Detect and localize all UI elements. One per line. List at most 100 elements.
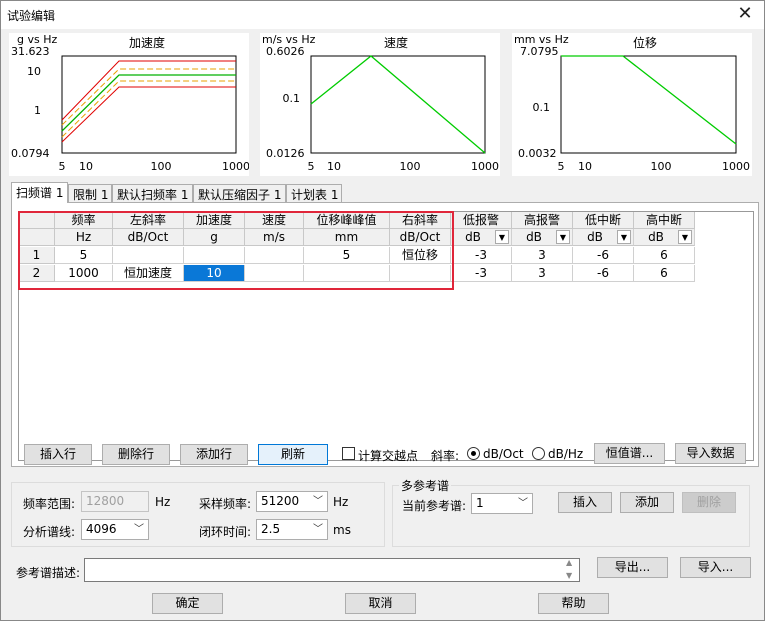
scroll-down-icon[interactable]: ▼ xyxy=(566,571,572,580)
cell-freq[interactable]: 5 xyxy=(55,247,113,264)
dropdown-arrow-icon[interactable]: ▼ xyxy=(678,230,692,244)
dropdown-arrow-icon[interactable]: ▼ xyxy=(495,230,509,244)
dialog-window: 试验编辑 ✕ g vs Hz 加速度 31.623 10 1 0.0794 5 … xyxy=(0,0,765,621)
spectrum-table: 频率 左斜率 加速度 速度 位移峰峰值 右斜率 低报警 高报警 低中断 高中断 … xyxy=(18,211,754,461)
cell-low-alarm[interactable]: -3 xyxy=(451,265,512,282)
cell-velocity[interactable] xyxy=(245,265,304,282)
chart-displacement: mm vs Hz 位移 7.0795 0.1 0.0032 5 10 100 1… xyxy=(512,33,752,176)
current-ref-label: 当前参考谱: xyxy=(402,499,467,513)
analysis-lines-label: 分析谱线: xyxy=(23,525,76,539)
cell-high-abort[interactable]: 6 xyxy=(634,247,695,264)
calc-crossover-label[interactable]: 计算交越点 xyxy=(358,447,418,464)
cancel-button[interactable]: 取消 xyxy=(345,593,416,614)
import-data-button[interactable]: 导入数据 xyxy=(675,443,746,464)
sample-rate-label: 采样频率: xyxy=(199,497,252,511)
cell-accel[interactable] xyxy=(184,247,245,264)
col-header-velocity: 速度 xyxy=(245,212,304,229)
loop-time-label: 闭环时间: xyxy=(199,525,252,539)
tab-panel: 频率 左斜率 加速度 速度 位移峰峰值 右斜率 低报警 高报警 低中断 高中断 … xyxy=(11,202,759,467)
x-tick: 10 xyxy=(327,160,341,173)
ref-delete-button[interactable]: 删除 xyxy=(682,492,736,513)
chart-title: 位移 xyxy=(633,35,657,50)
col-header-high-alarm: 高报警 xyxy=(512,212,573,229)
unit-dropdown-low-abort[interactable]: dB ▼ xyxy=(573,229,634,246)
cell-right-slope[interactable] xyxy=(390,265,451,282)
y-tick: 1 xyxy=(34,104,41,117)
ref-add-button[interactable]: 添加 xyxy=(620,492,674,513)
tab-default-sweep-rate[interactable]: 默认扫频率 1 xyxy=(112,184,193,202)
tab-default-compression[interactable]: 默认压缩因子 1 xyxy=(193,184,286,202)
col-header-right-slope: 右斜率 xyxy=(390,212,451,229)
cell-low-alarm[interactable]: -3 xyxy=(451,247,512,264)
dropdown-arrow-icon[interactable]: ▼ xyxy=(617,230,631,244)
x-tick: 5 xyxy=(308,160,315,173)
unit-dropdown-high-abort[interactable]: dB ▼ xyxy=(634,229,695,246)
cell-left-slope[interactable] xyxy=(113,247,184,264)
col-header-left-slope: 左斜率 xyxy=(113,212,184,229)
select-value: 2.5 xyxy=(261,522,281,536)
cell-accel-selected[interactable]: 10 xyxy=(184,265,245,282)
x-tick: 10 xyxy=(578,160,592,173)
slope-dboct-label[interactable]: dB/Oct xyxy=(483,447,524,461)
multi-ref-title: 多参考谱 xyxy=(399,477,452,494)
tab-sweep-spectrum[interactable]: 扫频谱 1 xyxy=(11,182,68,203)
x-tick: 5 xyxy=(558,160,565,173)
slope-dboct-radio[interactable] xyxy=(467,447,480,460)
analysis-lines-select[interactable]: 4096 ﹀ xyxy=(81,519,149,540)
cell-disp[interactable] xyxy=(304,265,390,282)
const-spectrum-button[interactable]: 恒值谱... xyxy=(594,443,665,464)
cell-freq[interactable]: 1000 xyxy=(55,265,113,282)
corner-header xyxy=(19,212,55,229)
col-header-high-abort: 高中断 xyxy=(634,212,695,229)
y-tick-top: 0.6026 xyxy=(266,45,305,58)
close-icon[interactable]: ✕ xyxy=(734,3,756,25)
cell-high-alarm[interactable]: 3 xyxy=(512,265,573,282)
tab-schedule[interactable]: 计划表 1 xyxy=(286,184,342,202)
row-number[interactable]: 2 xyxy=(19,265,55,282)
calc-crossover-checkbox[interactable] xyxy=(342,447,355,460)
row-number[interactable]: 1 xyxy=(19,247,55,264)
unit-right-slope: dB/Oct xyxy=(390,229,451,246)
slope-label: 斜率: xyxy=(431,449,460,463)
title-bar: 试验编辑 ✕ xyxy=(1,1,764,29)
x-tick: 100 xyxy=(151,160,172,173)
cell-high-alarm[interactable]: 3 xyxy=(512,247,573,264)
chart-title: 加速度 xyxy=(129,35,165,50)
y-tick-top: 31.623 xyxy=(11,45,50,58)
freq-range-field: 12800 xyxy=(81,491,149,512)
refresh-button[interactable]: 刷新 xyxy=(258,444,328,465)
ok-button[interactable]: 确定 xyxy=(152,593,223,614)
sample-rate-select[interactable]: 51200 ﹀ xyxy=(256,491,328,512)
y-tick: 10 xyxy=(27,65,41,78)
slope-dbhz-label[interactable]: dB/Hz xyxy=(548,447,583,461)
delete-row-button[interactable]: 删除行 xyxy=(102,444,170,465)
unit-dropdown-high-alarm[interactable]: dB ▼ xyxy=(512,229,573,246)
help-button[interactable]: 帮助 xyxy=(538,593,609,614)
import-button[interactable]: 导入... xyxy=(680,557,751,578)
cell-left-slope[interactable]: 恒加速度 xyxy=(113,265,184,282)
dropdown-arrow-icon[interactable]: ▼ xyxy=(556,230,570,244)
ref-desc-field[interactable] xyxy=(84,558,580,582)
cell-disp[interactable]: 5 xyxy=(304,247,390,264)
unit-dropdown-low-alarm[interactable]: dB ▼ xyxy=(451,229,512,246)
cell-high-abort[interactable]: 6 xyxy=(634,265,695,282)
ref-insert-button[interactable]: 插入 xyxy=(558,492,612,513)
loop-time-select[interactable]: 2.5 ﹀ xyxy=(256,519,328,540)
x-tick: 100 xyxy=(651,160,672,173)
scroll-up-icon[interactable]: ▲ xyxy=(566,558,572,567)
add-row-button[interactable]: 添加行 xyxy=(180,444,248,465)
unit-accel: g xyxy=(184,229,245,246)
cell-low-abort[interactable]: -6 xyxy=(573,247,634,264)
x-tick: 5 xyxy=(59,160,66,173)
export-button[interactable]: 导出... xyxy=(597,557,668,578)
x-tick: 10 xyxy=(79,160,93,173)
insert-row-button[interactable]: 插入行 xyxy=(24,444,92,465)
col-header-freq: 频率 xyxy=(55,212,113,229)
slope-dbhz-radio[interactable] xyxy=(532,447,545,460)
cell-velocity[interactable] xyxy=(245,247,304,264)
current-ref-select[interactable]: 1 ﹀ xyxy=(471,493,533,514)
tab-limit[interactable]: 限制 1 xyxy=(68,184,112,202)
cell-right-slope[interactable]: 恒位移 xyxy=(390,247,451,264)
cell-low-abort[interactable]: -6 xyxy=(573,265,634,282)
x-tick: 1000 xyxy=(722,160,750,173)
